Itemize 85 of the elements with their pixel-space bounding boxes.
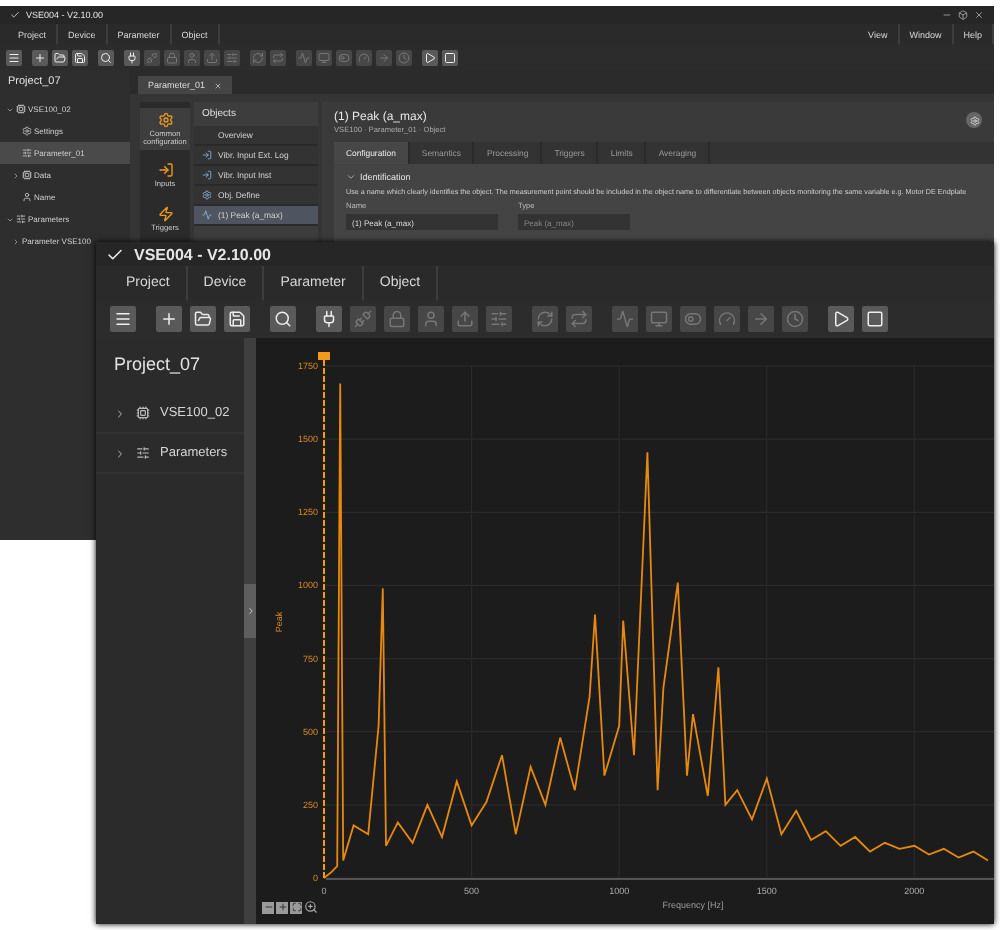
unplug-icon: [354, 310, 372, 328]
toolbar-button[interactable]: [190, 306, 216, 332]
unplug-icon: [146, 51, 158, 63]
play-icon: [424, 51, 436, 63]
plug-icon: [320, 310, 338, 328]
toolbar-button[interactable]: [862, 306, 888, 332]
clock-icon: [398, 51, 410, 63]
monitor-icon: [318, 51, 330, 63]
toolbar-button[interactable]: [32, 49, 48, 65]
upload-icon: [206, 51, 218, 63]
search-icon: [100, 51, 112, 63]
toolbar-button[interactable]: [98, 49, 114, 65]
toolbar-button[interactable]: [110, 306, 136, 332]
zoom-icon[interactable]: [304, 900, 318, 914]
search-icon: [274, 310, 292, 328]
pulse-icon: [616, 310, 634, 328]
stop-icon: [444, 51, 456, 63]
fit-icon: [291, 902, 301, 912]
toolbar-button[interactable]: [270, 306, 296, 332]
clock-icon: [786, 310, 804, 328]
gear-icon: [202, 190, 212, 200]
sliders-icon: [226, 51, 238, 63]
chip-icon: [16, 104, 26, 114]
plug-icon: [126, 51, 138, 63]
gear-icon: [157, 112, 173, 128]
plus-icon: [277, 902, 287, 912]
input-icon: [157, 162, 173, 179]
chevron-right-icon: [245, 606, 255, 616]
chip-icon: [22, 170, 32, 180]
lock-icon: [388, 310, 406, 328]
toggle-icon: [338, 51, 350, 63]
toolbar-button[interactable]: [6, 49, 22, 65]
pulse-icon: [298, 51, 310, 63]
toolbar-button[interactable]: [224, 306, 250, 332]
user-icon: [186, 51, 198, 63]
input-icon: [202, 170, 212, 180]
sliders-icon: [136, 446, 150, 460]
project-title: Project_07: [112, 352, 203, 378]
plus-icon: [160, 310, 178, 328]
pulse-icon: [202, 210, 212, 220]
zoom-out-button[interactable]: [262, 901, 274, 913]
menu-icon: [114, 310, 132, 328]
arrow-icon: [752, 310, 770, 328]
gear-icon: [969, 115, 979, 125]
check-icon: [10, 10, 20, 20]
toolbar-button[interactable]: [316, 306, 342, 332]
check-icon: [106, 245, 124, 263]
help-button[interactable]: [966, 112, 982, 128]
menu-icon: [8, 51, 20, 63]
gear-icon: [22, 126, 32, 136]
toolbar-button[interactable]: [422, 49, 438, 65]
monitor-icon: [650, 310, 668, 328]
gauge-icon: [718, 310, 736, 328]
floppy-disk-icon: [74, 51, 86, 63]
input-icon: [202, 150, 212, 160]
sliders-icon: [22, 148, 32, 158]
toggle-icon: [684, 310, 702, 328]
lock-icon: [166, 51, 178, 63]
maximize-icon[interactable]: [958, 10, 968, 20]
repeat-icon: [570, 310, 588, 328]
chip-icon: [136, 406, 150, 420]
window-title: VSE004 - V2.10.00: [134, 245, 271, 263]
upload-icon: [456, 310, 474, 328]
user-icon: [422, 310, 440, 328]
plus-icon: [34, 51, 46, 63]
sliders-icon: [490, 310, 508, 328]
zoom-in-button[interactable]: [276, 901, 288, 913]
arrow-icon: [378, 51, 390, 63]
toolbar-button[interactable]: [828, 306, 854, 332]
sliders-icon: [16, 214, 26, 224]
repeat-icon: [272, 51, 284, 63]
gauge-icon: [358, 51, 370, 63]
user-icon: [22, 192, 32, 202]
lightning-icon: [157, 205, 173, 222]
fit-button[interactable]: [290, 901, 302, 913]
minimize-icon[interactable]: [942, 10, 952, 20]
minus-icon: [263, 902, 273, 912]
collapse-handle[interactable]: [244, 584, 256, 638]
folder-icon: [194, 310, 212, 328]
toolbar-button[interactable]: [124, 49, 140, 65]
refresh-icon: [252, 51, 264, 63]
refresh-icon: [536, 310, 554, 328]
play-icon: [832, 310, 850, 328]
folder-icon: [54, 51, 66, 63]
stop-icon: [866, 310, 884, 328]
